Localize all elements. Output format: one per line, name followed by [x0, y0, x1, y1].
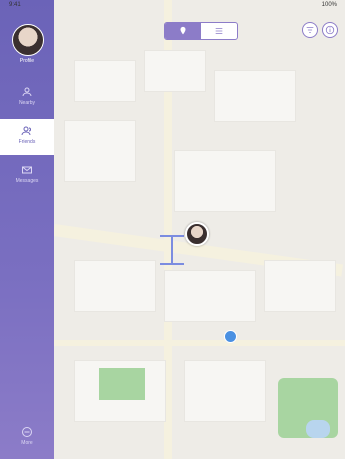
filter-button[interactable]	[302, 22, 318, 38]
road	[54, 340, 345, 346]
users-icon	[21, 126, 31, 136]
sidebar-item-label: Friends	[18, 139, 36, 145]
map-block	[174, 150, 276, 212]
status-battery: 100%	[321, 2, 337, 8]
map-tab[interactable]	[165, 23, 201, 39]
info-button[interactable]	[322, 22, 338, 38]
status-bar: 9:41 100%	[0, 0, 345, 12]
user-icon	[22, 87, 32, 97]
sidebar-item-label: More	[21, 440, 33, 446]
filter-icon	[306, 27, 314, 33]
sidebar-item-label: Messages	[15, 178, 39, 184]
park-area	[99, 368, 145, 400]
sidebar-item-more[interactable]: More	[0, 420, 54, 456]
profile-name: Profile	[19, 58, 35, 64]
current-location-dot	[224, 330, 237, 343]
view-toggle[interactable]	[164, 22, 238, 40]
sidebar-item-messages[interactable]: Messages	[0, 158, 54, 194]
map-block	[74, 260, 156, 312]
more-icon	[22, 427, 32, 437]
sidebar-item-label: Nearby	[18, 100, 36, 106]
info-icon	[325, 25, 335, 35]
map-block	[264, 260, 336, 312]
map-block	[144, 50, 206, 92]
list-icon	[215, 28, 223, 34]
map-block	[164, 270, 256, 322]
sidebar: Profile Nearby Friends Messages More	[0, 0, 54, 459]
sidebar-item-friends[interactable]: Friends	[0, 119, 54, 155]
map-block	[74, 60, 136, 102]
map-block	[184, 360, 266, 422]
list-tab[interactable]	[201, 23, 237, 39]
mail-icon	[22, 166, 32, 174]
status-time: 9:41	[9, 2, 21, 8]
map-pin-icon	[180, 26, 186, 35]
sidebar-item-nearby[interactable]: Nearby	[0, 80, 54, 116]
water-area	[306, 420, 330, 438]
map-block	[64, 120, 136, 182]
avatar[interactable]	[12, 24, 44, 56]
friend-location-pin[interactable]	[185, 222, 209, 246]
map-block	[214, 70, 296, 122]
